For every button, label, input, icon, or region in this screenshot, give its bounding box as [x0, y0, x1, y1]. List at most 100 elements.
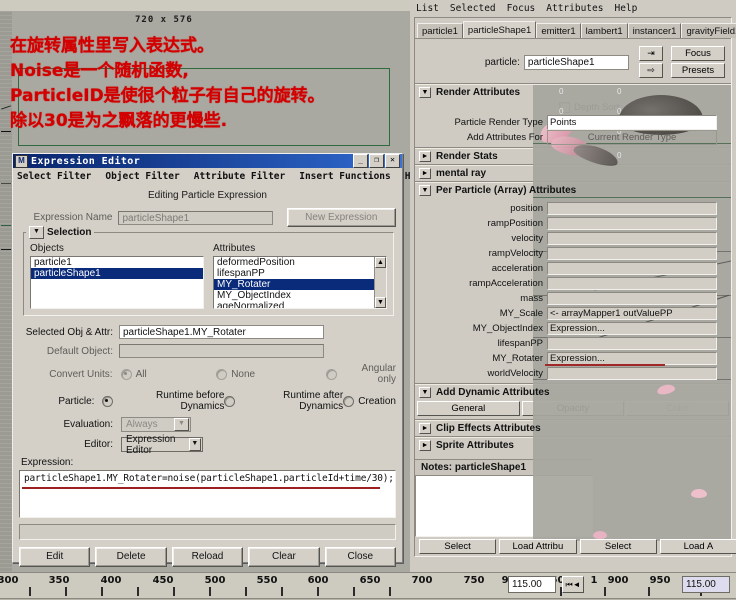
chevron-down-icon[interactable]: ▼ — [188, 438, 201, 451]
selection-group-header[interactable]: ▼ Selection — [26, 226, 95, 239]
attr-field[interactable]: <- arrayMapper1 outValuePP — [547, 306, 717, 320]
menu-attribute-filter[interactable]: Attribute Filter — [194, 171, 286, 182]
list-item[interactable]: MY_ObjectIndex — [214, 290, 386, 301]
evaluation-dropdown[interactable]: Always ▼ — [121, 417, 191, 432]
list-item[interactable]: MY_Rotater — [214, 279, 386, 290]
attr-field[interactable] — [547, 216, 717, 230]
attr-field[interactable]: Expression... — [547, 351, 717, 365]
select-button[interactable]: Select — [419, 539, 497, 554]
attributes-scrollbar[interactable]: ▲ ▼ — [374, 257, 386, 308]
menu-select-filter[interactable]: Select Filter — [17, 171, 91, 182]
radio-icon[interactable] — [120, 368, 132, 380]
chevron-down-icon[interactable]: ▼ — [419, 387, 431, 398]
selected-obj-attr-field[interactable]: particleShape1.MY_Rotater — [119, 325, 324, 339]
radio-icon[interactable] — [343, 395, 355, 407]
tab-emitter1[interactable]: emitter1 — [536, 23, 581, 38]
arrow-out-box-right-icon[interactable]: ⇨ — [639, 63, 663, 78]
chevron-down-icon[interactable]: ▼ — [174, 418, 189, 431]
list-item[interactable]: lifespanPP — [214, 268, 386, 279]
list-item[interactable]: ageNormalized — [214, 301, 386, 308]
menu-insert-functions[interactable]: Insert Functions — [299, 171, 391, 182]
load-attributes-button-duplicate[interactable]: Load A — [659, 539, 736, 554]
edit-button[interactable]: Edit — [19, 547, 91, 567]
attr-field[interactable] — [547, 201, 717, 215]
chevron-right-icon[interactable]: ► — [419, 168, 431, 179]
chevron-down-icon[interactable]: ▼ — [419, 185, 431, 196]
attr-field[interactable] — [547, 261, 717, 275]
expression-name-field[interactable]: particleShape1 — [118, 210, 273, 225]
time-slider[interactable]: 300 350 400 450 500 550 600 650 700 750 … — [0, 572, 736, 600]
objects-listbox[interactable]: particle1 particleShape1 — [30, 256, 204, 309]
node-name-field[interactable]: particleShape1 — [523, 54, 629, 70]
current-time-field-2[interactable]: 115.00 — [682, 576, 730, 593]
convert-units-option-angular[interactable]: Angular only — [325, 363, 396, 385]
section-clip-effects-attributes[interactable]: ► Clip Effects Attributes — [415, 421, 731, 436]
menu-object-filter[interactable]: Object Filter — [105, 171, 179, 182]
particle-render-type-field[interactable]: Points — [547, 114, 717, 130]
current-time-field-1[interactable]: 115.00 — [508, 576, 556, 593]
attr-field[interactable] — [547, 231, 717, 245]
chevron-down-icon[interactable]: ▼ — [29, 226, 44, 239]
section-add-dynamic-attributes[interactable]: ▼ Add Dynamic Attributes — [415, 385, 731, 400]
default-object-field[interactable] — [119, 344, 324, 358]
minimize-icon[interactable]: _ — [353, 154, 368, 168]
close-button[interactable]: Close — [324, 547, 397, 567]
attr-field[interactable] — [547, 276, 717, 290]
particle-runtime-after-option[interactable]: Runtime after Dynamics — [224, 390, 343, 412]
attr-field[interactable] — [547, 366, 717, 380]
chevron-down-icon[interactable]: ▼ — [419, 87, 431, 98]
convert-units-option-all[interactable]: All — [120, 368, 217, 380]
expression-editor-titlebar[interactable]: M Expression Editor _ ❐ ✕ — [13, 154, 402, 168]
scroll-down-icon[interactable]: ▼ — [375, 297, 386, 308]
tab-particleShape1[interactable]: particleShape1 — [462, 21, 537, 38]
radio-icon[interactable] — [216, 368, 228, 380]
focus-button[interactable]: Focus — [671, 46, 725, 61]
radio-icon[interactable] — [325, 368, 337, 380]
load-attributes-button[interactable]: Load Attribu — [499, 539, 577, 554]
convert-units-option-none[interactable]: None — [216, 368, 326, 380]
playback-start-icon[interactable]: ⏮◄ — [562, 576, 584, 593]
reload-button[interactable]: Reload — [171, 547, 244, 567]
radio-icon[interactable] — [224, 395, 236, 407]
attributes-listbox[interactable]: deformedPosition lifespanPP MY_Rotater M… — [213, 256, 387, 309]
editor-dropdown[interactable]: Expression Editor ▼ — [121, 434, 203, 456]
radio-icon[interactable] — [102, 395, 113, 407]
menu-focus[interactable]: Focus — [507, 3, 536, 14]
add-attributes-for-button[interactable]: Current Render Type — [547, 129, 717, 145]
section-per-particle-attributes[interactable]: ▼ Per Particle (Array) Attributes — [415, 183, 731, 198]
chevron-right-icon[interactable]: ► — [419, 423, 431, 434]
section-render-attributes[interactable]: ▼ Render Attributes — [415, 85, 731, 100]
close-icon[interactable]: ✕ — [385, 154, 400, 168]
attr-field[interactable]: Expression... — [547, 321, 717, 335]
delete-button[interactable]: Delete — [95, 547, 167, 567]
general-button[interactable]: General — [417, 401, 520, 416]
attr-field[interactable] — [547, 291, 717, 305]
list-item[interactable]: particle1 — [31, 257, 203, 268]
clear-button[interactable]: Clear — [248, 547, 320, 567]
particle-runtime-before-option[interactable]: Runtime before Dynamics — [102, 390, 224, 412]
presets-button[interactable]: Presets — [671, 63, 725, 78]
tab-lambert1[interactable]: lambert1 — [580, 23, 628, 38]
tab-particle1[interactable]: particle1 — [417, 23, 463, 38]
list-item[interactable]: particleShape1 — [31, 268, 203, 279]
scroll-up-icon[interactable]: ▲ — [375, 257, 386, 268]
menu-selected[interactable]: Selected — [450, 3, 496, 14]
menu-list[interactable]: List — [416, 3, 439, 14]
arrow-in-box-left-icon[interactable]: ⇥ — [639, 46, 663, 61]
attr-field[interactable] — [547, 336, 717, 350]
chevron-right-icon[interactable]: ► — [419, 151, 431, 162]
tab-gravityField1[interactable]: gravityField1 — [681, 23, 736, 38]
expression-textarea[interactable]: particleShape1.MY_Rotater=noise(particle… — [19, 470, 396, 518]
new-expression-button[interactable]: New Expression — [286, 208, 396, 227]
tab-instancer1[interactable]: instancer1 — [627, 23, 682, 38]
attr-field[interactable] — [547, 246, 717, 260]
list-item[interactable]: deformedPosition — [214, 257, 386, 268]
chevron-right-icon[interactable]: ► — [419, 440, 431, 451]
menu-attributes[interactable]: Attributes — [546, 3, 603, 14]
particle-creation-option[interactable]: Creation — [343, 395, 396, 407]
menu-help[interactable]: Help — [614, 3, 637, 14]
section-mental-ray[interactable]: ► mental ray — [415, 166, 731, 181]
maximize-icon[interactable]: ❐ — [369, 154, 384, 168]
section-render-stats[interactable]: ► Render Stats — [415, 149, 731, 164]
select-button-duplicate[interactable]: Select — [579, 539, 657, 554]
